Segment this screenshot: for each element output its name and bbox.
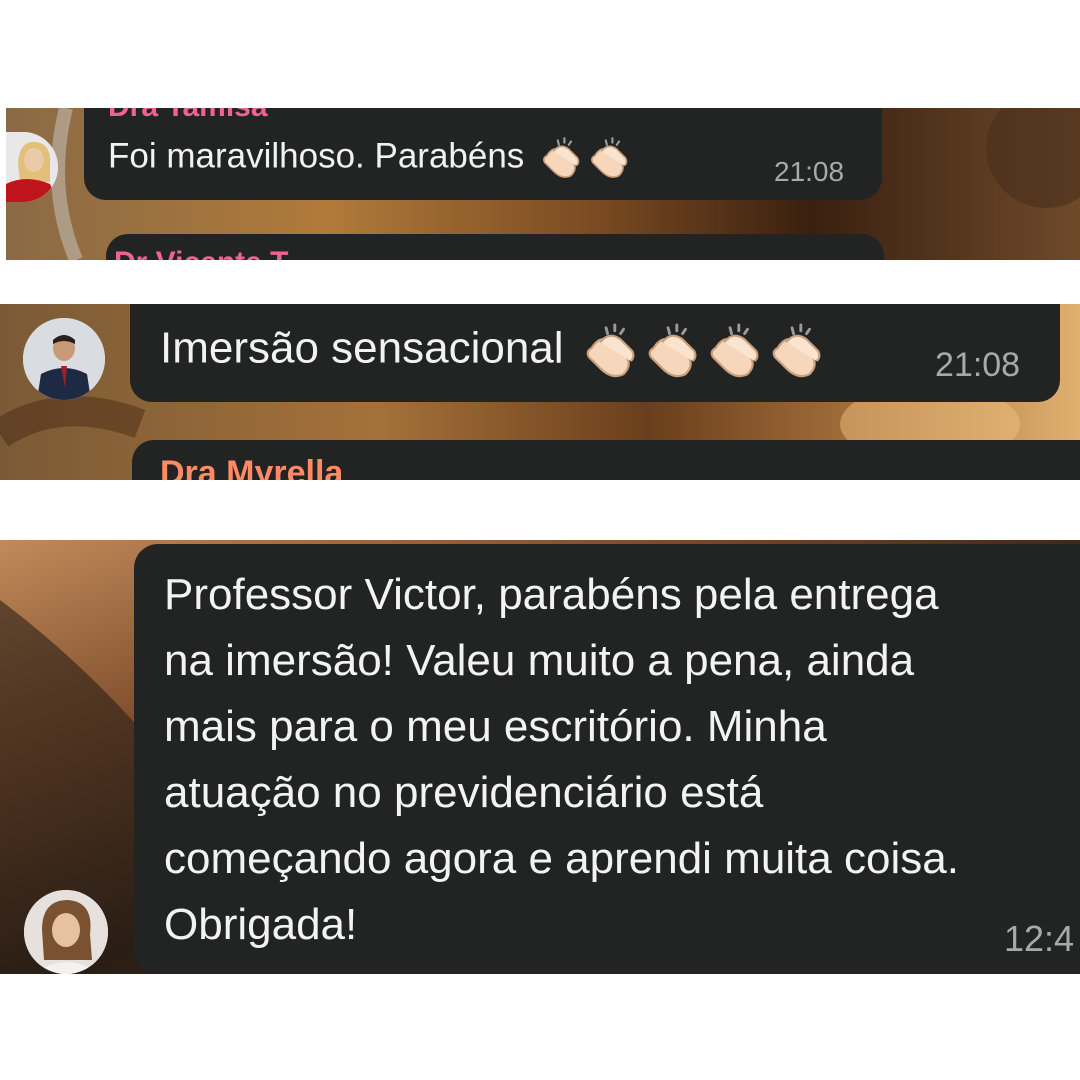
avatar[interactable] [23,318,105,400]
clapping-hands-icons [576,323,824,378]
clapping-hands-icon [543,137,580,178]
avatar-man-icon [23,318,105,400]
chat-crop-3: Professor Victor, parabéns pela entrega … [0,540,1080,974]
message-time: 21:08 [935,346,1021,384]
clapping-hands-icons [534,136,630,178]
sender-name: Dra Tamisa [108,108,268,124]
chat-crop-1: Dra Tamisa Foi maravilhoso. Parabéns 21:… [6,108,1080,260]
next-sender-name: Dra Myrella [160,454,344,480]
clapping-hands-icon [772,323,821,378]
message-body: Foi maravilhoso. Parabéns [108,136,525,176]
avatar[interactable] [24,890,108,974]
message-time: 12:4 [1004,918,1075,959]
avatar-woman-icon [24,890,108,974]
message-text: Foi maravilhoso. Parabéns [108,136,630,180]
message-text: Imersão sensacional [160,322,824,380]
clapping-hands-icon [710,323,759,378]
chat-crop-2: Imersão sensacional 21:08 Dra Myrella [0,304,1080,480]
clapping-hands-icon [586,323,635,378]
message-time: 21:08 [774,156,845,187]
message-text: Professor Victor, parabéns pela entrega … [164,570,959,949]
message-body: Imersão sensacional [160,323,564,373]
clapping-hands-icon [648,323,697,378]
clapping-hands-icon [591,137,628,178]
next-sender-name: Dr Vicente T. [114,246,294,260]
